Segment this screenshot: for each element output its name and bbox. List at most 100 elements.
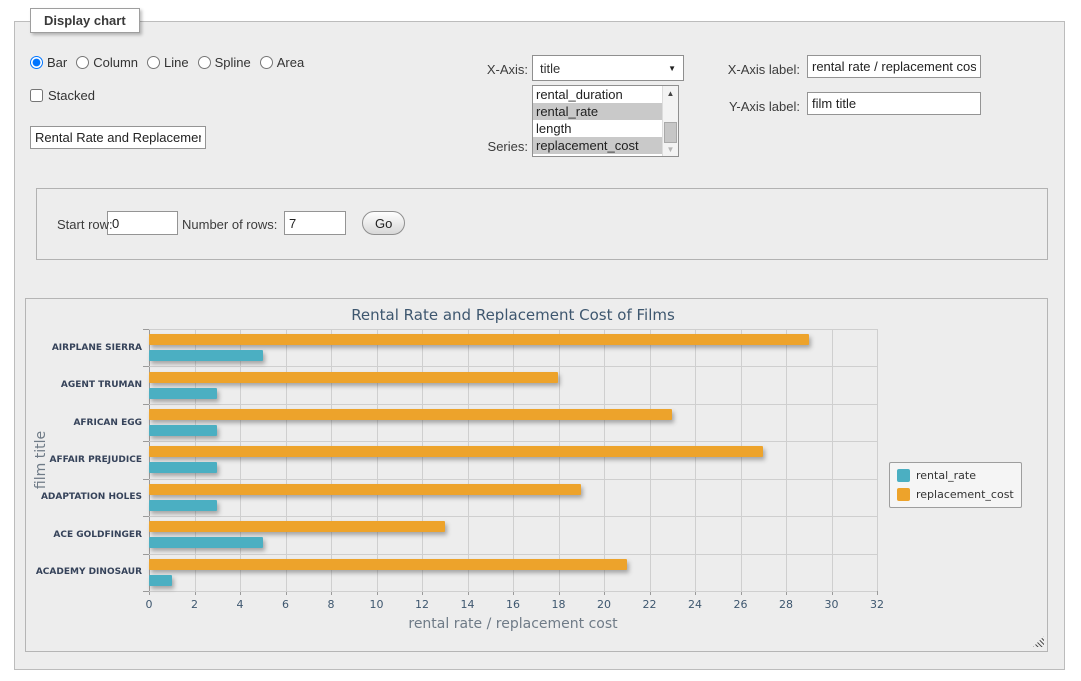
y-axis-title: film title	[33, 431, 49, 489]
x-tick-label: 12	[415, 598, 429, 611]
x-axis-label-input[interactable]	[807, 55, 981, 78]
go-button[interactable]: Go	[362, 211, 405, 235]
x-axis-label-label: X-Axis label:	[690, 62, 800, 77]
x-axis-select[interactable]: title ▼	[532, 55, 684, 81]
y-axis-label-label: Y-Axis label:	[690, 99, 800, 114]
bar-replacement_cost-2	[149, 409, 672, 420]
number-of-rows-label: Number of rows:	[182, 217, 277, 232]
x-tick-label: 24	[688, 598, 702, 611]
bar-rental_rate-1	[149, 388, 217, 399]
chart-type-radio-label: Bar	[47, 55, 67, 70]
bar-group	[149, 516, 877, 553]
x-tick-label: 32	[870, 598, 884, 611]
stacked-checkbox[interactable]	[30, 89, 43, 102]
x-tick-label: 10	[370, 598, 384, 611]
x-tick-label: 0	[146, 598, 153, 611]
scroll-down-icon[interactable]: ▼	[663, 142, 678, 156]
chart-type-radio-label: Column	[93, 55, 138, 70]
start-row-input[interactable]	[107, 211, 178, 235]
x-tick-label: 6	[282, 598, 289, 611]
chart-legend: rental_rate replacement_cost	[889, 462, 1022, 508]
chart-type-radio-label: Area	[277, 55, 304, 70]
x-axis-title: rental rate / replacement cost	[149, 616, 877, 632]
chart-title-input[interactable]	[30, 126, 206, 149]
series-option-rental_rate[interactable]: rental_rate	[533, 103, 662, 120]
chart-type-option-spline[interactable]: Spline	[198, 55, 251, 70]
series-option-rental_duration[interactable]: rental_duration	[533, 86, 662, 103]
bar-replacement_cost-4	[149, 484, 581, 495]
y-tick-mark	[143, 591, 149, 592]
scroll-up-icon[interactable]: ▲	[663, 86, 678, 100]
x-tick-label: 8	[328, 598, 335, 611]
x-tick-label: 20	[597, 598, 611, 611]
chart-type-radio-column[interactable]	[76, 56, 89, 69]
resize-handle-icon[interactable]	[1033, 636, 1044, 647]
chart-type-radio-label: Line	[164, 55, 189, 70]
number-of-rows-input[interactable]	[284, 211, 346, 235]
series-option-replacement_cost[interactable]: replacement_cost	[533, 137, 662, 154]
bar-replacement_cost-5	[149, 521, 445, 532]
bar-group	[149, 329, 877, 366]
bar-group	[149, 554, 877, 591]
x-axis-select-value: title	[540, 61, 560, 76]
bar-replacement_cost-1	[149, 372, 558, 383]
legend-swatch-icon	[897, 469, 910, 482]
chart-title: Rental Rate and Replacement Cost of Film…	[149, 306, 877, 324]
chart-type-radio-area[interactable]	[260, 56, 273, 69]
bar-rental_rate-4	[149, 500, 217, 511]
chart-type-option-column[interactable]: Column	[76, 55, 138, 70]
bar-rental_rate-2	[149, 425, 217, 436]
bar-group	[149, 479, 877, 516]
chart-type-option-line[interactable]: Line	[147, 55, 189, 70]
x-gridline	[877, 329, 878, 591]
legend-swatch-icon	[897, 488, 910, 501]
x-tick-label: 30	[825, 598, 839, 611]
bar-rental_rate-3	[149, 462, 217, 473]
x-tick-label: 28	[779, 598, 793, 611]
bar-replacement_cost-0	[149, 334, 809, 345]
legend-label: rental_rate	[916, 469, 976, 482]
category-label: AFRICAN EGG	[73, 418, 142, 428]
panel-title: Display chart	[30, 8, 140, 33]
legend-label: replacement_cost	[916, 488, 1014, 501]
series-listbox[interactable]: rental_durationrental_ratelengthreplacem…	[532, 85, 679, 157]
x-tick-label: 14	[461, 598, 475, 611]
category-label: ACE GOLDFINGER	[53, 530, 142, 540]
scrollbar-thumb[interactable]	[664, 122, 677, 143]
bar-rental_rate-6	[149, 575, 172, 586]
category-label: AGENT TRUMAN	[61, 380, 142, 390]
category-label: ADAPTATION HOLES	[41, 492, 142, 502]
stacked-label: Stacked	[48, 88, 95, 103]
bar-replacement_cost-6	[149, 559, 627, 570]
category-label: AIRPLANE SIERRA	[52, 343, 142, 353]
x-tick-label: 22	[643, 598, 657, 611]
chart-type-radio-bar[interactable]	[30, 56, 43, 69]
dropdown-arrow-icon: ▼	[668, 64, 676, 73]
y-axis-label-input[interactable]	[807, 92, 981, 115]
plot-area: 02468101214161820222426283032	[149, 329, 877, 591]
bar-group	[149, 404, 877, 441]
chart-type-option-area[interactable]: Area	[260, 55, 304, 70]
x-tick-label: 2	[191, 598, 198, 611]
series-options: rental_durationrental_ratelengthreplacem…	[533, 86, 662, 156]
chart-type-radio-spline[interactable]	[198, 56, 211, 69]
x-tick-label: 16	[506, 598, 520, 611]
bar-group	[149, 441, 877, 478]
stacked-option[interactable]: Stacked	[30, 88, 95, 103]
bar-group	[149, 366, 877, 403]
series-scrollbar[interactable]: ▲ ▼	[662, 86, 678, 156]
x-axis-select-label: X-Axis:	[428, 62, 528, 77]
series-option-length[interactable]: length	[533, 120, 662, 137]
legend-item-replacement_cost[interactable]: replacement_cost	[897, 488, 1014, 501]
y-gridline	[149, 591, 877, 592]
x-tick-mark	[877, 591, 878, 595]
chart-type-option-bar[interactable]: Bar	[30, 55, 67, 70]
category-label: AFFAIR PREJUDICE	[49, 455, 142, 465]
chart-container: Rental Rate and Replacement Cost of Film…	[25, 298, 1048, 652]
chart-type-radio-line[interactable]	[147, 56, 160, 69]
legend-item-rental_rate[interactable]: rental_rate	[897, 469, 1014, 482]
series-select-label: Series:	[428, 139, 528, 154]
bar-rental_rate-5	[149, 537, 263, 548]
chart-type-radio-group: Bar Column Line Spline Area	[30, 55, 304, 70]
bar-replacement_cost-3	[149, 446, 763, 457]
